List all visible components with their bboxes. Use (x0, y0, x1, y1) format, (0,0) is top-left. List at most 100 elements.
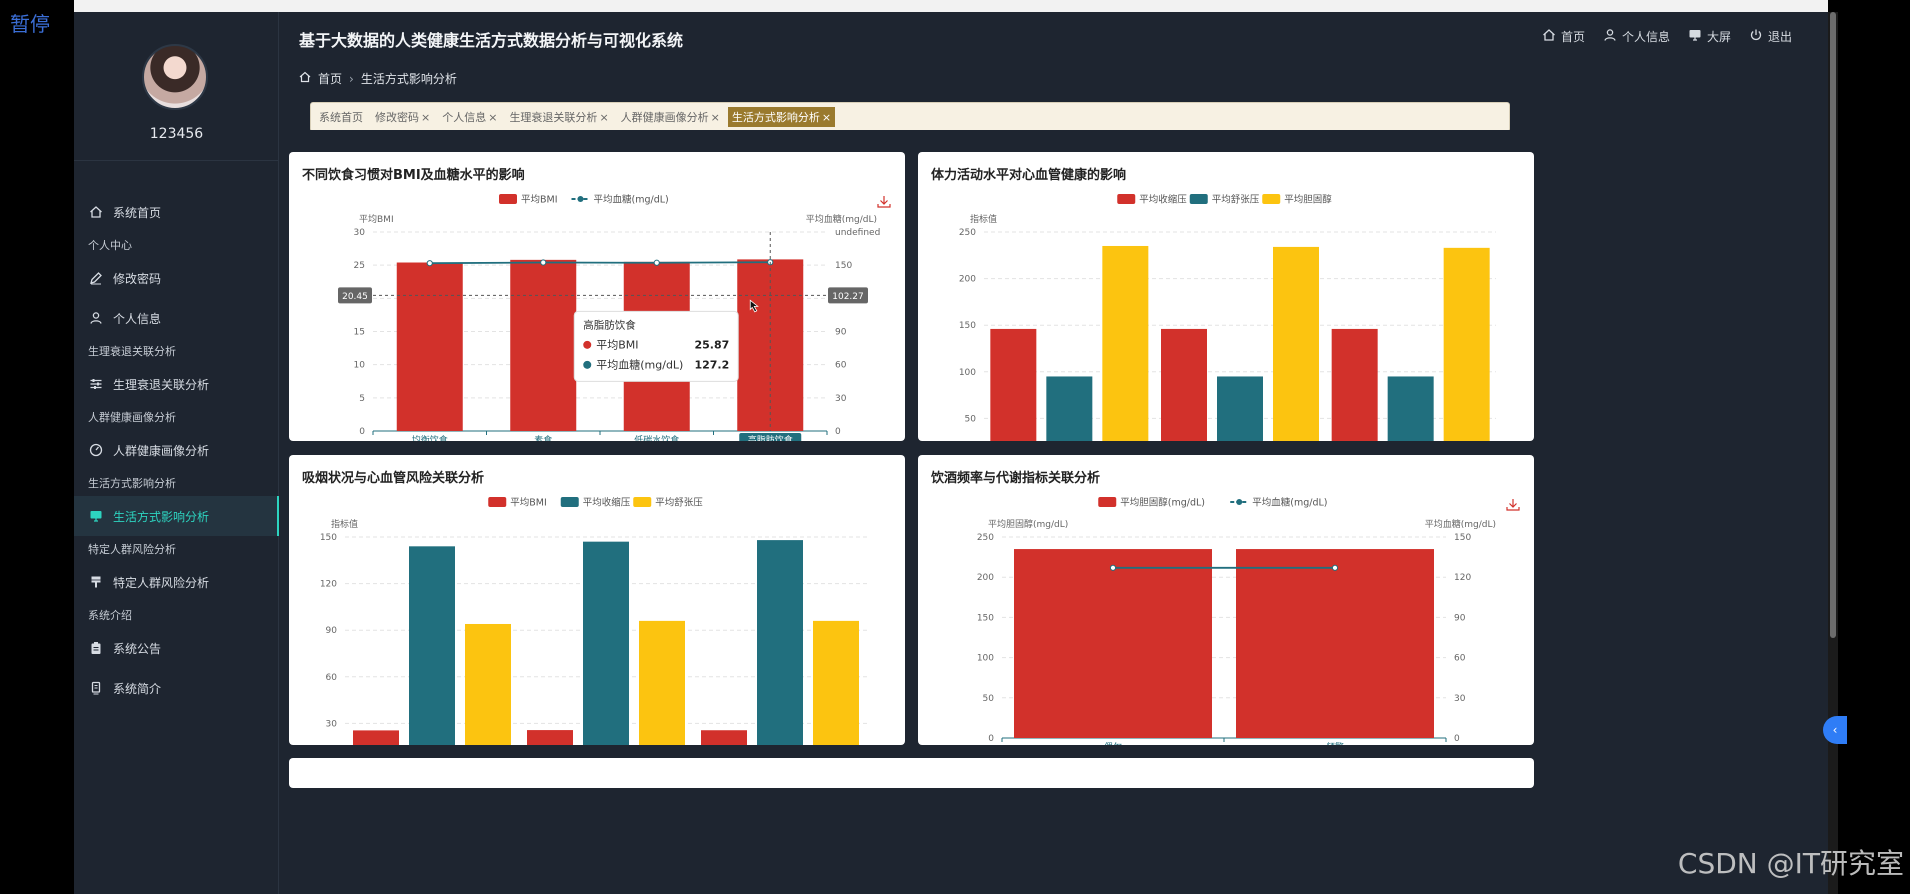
sidebar-item[interactable]: 系统简介 (74, 668, 279, 708)
tab-tag[interactable]: 生理衰退关联分析 × (505, 107, 612, 127)
tooltip-series-name: 平均BMI (596, 338, 638, 351)
sidebar-item-label: 系统介绍 (88, 609, 132, 622)
bar (583, 541, 629, 745)
brush-icon (88, 574, 104, 590)
y-tick-label: 90 (326, 626, 338, 636)
legend-swatch (499, 194, 517, 204)
tab-tag-label: 生理衰退关联分析 (509, 111, 598, 124)
legend-label: 平均血糖(mg/dL) (1252, 497, 1327, 509)
legend-item[interactable]: 平均血糖(mg/dL) (1230, 497, 1327, 509)
chart-svg[interactable]: 平均胆固醇(mg/dL) 平均血糖(mg/dL) 平均胆固醇(mg/dL) 平均血糖(… (918, 455, 1534, 745)
sidebar-item[interactable]: 生活方式影响分析 (74, 496, 280, 536)
legend-swatch (633, 497, 652, 507)
header-link[interactable]: 首页 (1542, 28, 1585, 45)
legend-item[interactable]: 平均胆固醇(mg/dL) (1098, 497, 1205, 509)
bar (1273, 246, 1319, 441)
bar (701, 730, 747, 745)
chart-card-smoking: 吸烟状况与心血管风险关联分析 平均BMI平均收缩压平均舒张压指标值0306090… (289, 455, 905, 745)
sidebar-item-label: 修改密码 (113, 271, 162, 286)
y-tick-label-right: 0 (835, 427, 841, 437)
sidebar-item[interactable]: 特定人群风险分析 (74, 562, 279, 602)
close-icon[interactable]: × (599, 111, 608, 124)
download-glyph (877, 196, 891, 208)
legend-item[interactable]: 平均BMI (499, 194, 558, 206)
bar (465, 623, 511, 745)
header-link[interactable]: 大屏 (1688, 28, 1731, 45)
y-tick-label: 200 (977, 573, 994, 583)
x-tick-label: 频繁 (1326, 741, 1344, 745)
bar (813, 620, 859, 745)
legend-item[interactable]: 平均舒张压 (633, 497, 703, 509)
y-tick-label: 5 (359, 394, 365, 404)
header-link[interactable]: 退出 (1749, 28, 1792, 45)
pause-label[interactable]: 暂停 (10, 8, 50, 37)
home-icon (88, 204, 104, 220)
breadcrumb-current: 生活方式影响分析 (360, 72, 457, 86)
sidebar-item[interactable]: 人群健康画像分析 (74, 430, 279, 470)
y-tick-label: 200 (959, 275, 976, 285)
bar (990, 328, 1037, 441)
tab-tags-bar: 系统首页 修改密码 × 个人信息 × 生理衰退关联分析 × 人群健康画像分析 × 生活方式影响分析… (310, 102, 1510, 132)
x-tick-label: 偶尔 (1104, 741, 1122, 745)
close-icon[interactable]: × (421, 111, 430, 124)
y-tick-label: 250 (977, 533, 994, 543)
download-icon[interactable] (877, 196, 891, 208)
scrollbar-thumb[interactable] (1830, 12, 1836, 638)
screen: 暂停 123456 系统首页 个人中心 修改密码 个人信息 生理衰退关联分析 生理衰退关联… (0, 0, 1910, 894)
legend-item[interactable]: 平均BMI (488, 497, 547, 509)
y-tick-label: 10 (354, 361, 366, 371)
y-tick-label: 100 (977, 654, 994, 664)
bar (1443, 247, 1490, 441)
avatar[interactable] (142, 44, 208, 110)
bar (1331, 328, 1378, 441)
legend-item[interactable]: 平均胆固醇 (1262, 194, 1332, 206)
monitor-icon (1688, 28, 1702, 45)
legend-item[interactable]: 平均血糖(mg/dL) (571, 194, 669, 206)
sidebar-item[interactable]: 生理衰退关联分析 (74, 364, 279, 404)
app-window: 123456 系统首页 个人中心 修改密码 个人信息 生理衰退关联分析 生理衰退关联分析人… (74, 12, 1828, 894)
sidebar-item-label: 生理衰退关联分析 (113, 377, 210, 392)
bar (409, 546, 455, 745)
tab-tag[interactable]: 系统首页 (315, 107, 367, 127)
chart-svg[interactable]: 平均收缩压平均舒张压平均胆固醇指标值050100150200250低中高 (918, 152, 1534, 441)
y-tick-label: 25 (354, 261, 365, 271)
sidebar-item[interactable]: 修改密码 (74, 258, 279, 298)
sidebar-item[interactable]: 系统公告 (74, 628, 279, 668)
sidebar-group-label: 特定人群风险分析 (74, 536, 279, 562)
chart-card-next (289, 758, 1534, 788)
y-tick-label: 50 (983, 694, 995, 704)
y-tick-label-right: 90 (1454, 613, 1466, 623)
tab-tag[interactable]: 生活方式影响分析 × (727, 107, 836, 127)
header-link[interactable]: 个人信息 (1603, 28, 1670, 45)
breadcrumb: 首页 › 生活方式影响分析 (299, 70, 457, 87)
download-icon[interactable] (1506, 499, 1520, 511)
legend-label: 平均收缩压 (1139, 194, 1187, 206)
legend-label: 平均收缩压 (583, 497, 631, 509)
x-tick-label: 均衡饮食 (412, 434, 448, 441)
close-icon[interactable]: × (711, 111, 720, 124)
y-tick-label: 150 (959, 321, 976, 331)
legend-item[interactable]: 平均舒张压 (1189, 194, 1260, 206)
collapse-side-button[interactable]: ‹ (1823, 716, 1847, 744)
tab-tag[interactable]: 人群健康画像分析 × (617, 107, 724, 127)
close-icon[interactable]: × (488, 111, 497, 124)
breadcrumb-home[interactable]: 首页 (318, 70, 342, 87)
x-tick-label: 高脂肪饮食 (748, 434, 793, 441)
y-tick-label: 15 (354, 328, 365, 338)
tab-tag[interactable]: 修改密码 × (371, 107, 434, 127)
legend-item[interactable]: 平均收缩压 (560, 497, 631, 509)
sidebar-item[interactable]: 个人信息 (74, 298, 279, 338)
y-tick-label: 0 (988, 734, 994, 744)
sidebar-item[interactable]: 系统首页 (74, 192, 279, 232)
y-tick-label-right: 60 (1454, 654, 1466, 664)
close-icon[interactable]: × (822, 111, 831, 124)
chart-svg[interactable]: 平均BMI平均收缩压平均舒张压指标值0306090120150从不吸烟曾经吸烟现… (289, 455, 905, 745)
legend-swatch (560, 497, 579, 507)
document-icon (88, 680, 104, 696)
chart-svg[interactable]: 平均BMI 平均血糖(mg/dL) 平均BMI 平均血糖(mg/dL) 0 0 5 30 10 6… (289, 152, 905, 441)
tab-tag[interactable]: 个人信息 × (438, 107, 501, 127)
vertical-scrollbar[interactable] (1828, 12, 1838, 894)
top-header: 基于大数据的人类健康生活方式数据分析与可视化系统 首页 个人信息 大屏 退出 (279, 12, 1828, 60)
bar (1102, 245, 1149, 441)
legend-item[interactable]: 平均收缩压 (1117, 194, 1187, 206)
